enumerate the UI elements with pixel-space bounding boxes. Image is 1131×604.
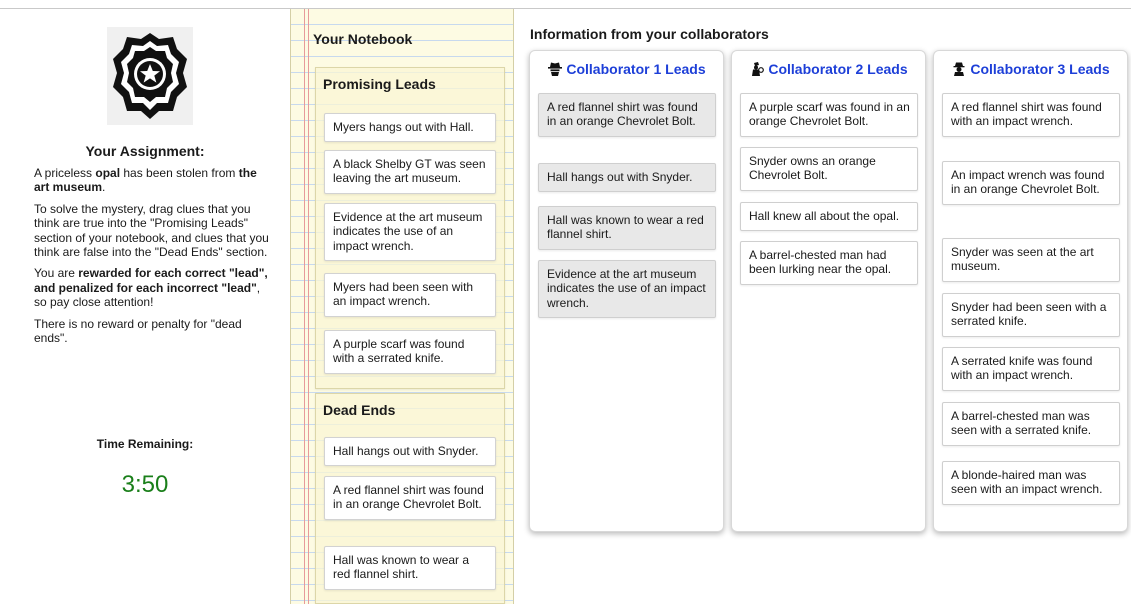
promising-leads-title: Promising Leads — [323, 76, 436, 92]
collaborator-1-lead-card[interactable]: Evidence at the art museum indicates the… — [538, 260, 716, 319]
police-badge-icon — [107, 27, 193, 125]
collaborator-3-column: Collaborator 3 Leads A red flannel shirt… — [933, 50, 1128, 532]
collaborator-2-lead-card[interactable]: A purple scarf was found in an orange Ch… — [740, 93, 918, 137]
collaborator-3-lead-card[interactable]: A blonde-haired man was seen with an imp… — [942, 461, 1120, 505]
promising-lead-card[interactable]: Evidence at the art museum indicates the… — [324, 203, 496, 262]
collaborators-title: Information from your collaborators — [530, 26, 769, 42]
dead-end-card[interactable]: A red flannel shirt was found in an oran… — [324, 476, 496, 520]
assignment-title: Your Assignment: — [85, 143, 205, 159]
collaborator-1-lead-card[interactable]: A red flannel shirt was found in an oran… — [538, 93, 716, 137]
collaborator-1-header: Collaborator 1 Leads — [530, 61, 723, 77]
collaborator-2-header: Collaborator 2 Leads — [732, 61, 925, 77]
time-remaining-value: 3:50 — [121, 471, 169, 498]
promising-lead-card[interactable]: A purple scarf was found with a serrated… — [324, 330, 496, 374]
detective-magnifier-icon — [752, 62, 765, 76]
notebook: Your Notebook Promising Leads Myers hang… — [290, 9, 514, 604]
assignment-paragraph-2: To solve the mystery, drag clues that yo… — [34, 201, 269, 260]
collaborator-3-lead-card[interactable]: Snyder had been seen with a serrated kni… — [942, 293, 1120, 337]
dead-ends-title: Dead Ends — [323, 402, 396, 418]
promising-lead-card[interactable]: Myers had been seen with an impact wrenc… — [324, 273, 496, 317]
collaborator-1-lead-card[interactable]: Hall hangs out with Snyder. — [538, 163, 716, 193]
collaborator-3-name: Collaborator 3 Leads — [970, 61, 1110, 77]
dead-end-card[interactable]: Hall was known to wear a red flannel shi… — [324, 546, 496, 590]
time-remaining-label: Time Remaining: — [96, 437, 194, 451]
notebook-title: Your Notebook — [313, 31, 413, 47]
detective-silhouette-icon — [953, 62, 965, 76]
assignment-paragraph-1: A priceless opal has been stolen from th… — [34, 166, 257, 195]
collaborator-1-column: Collaborator 1 Leads A red flannel shirt… — [529, 50, 724, 532]
collaborator-2-lead-card[interactable]: Snyder owns an orange Chevrolet Bolt. — [740, 147, 918, 191]
collaborator-2-name: Collaborator 2 Leads — [768, 61, 908, 77]
promising-lead-card[interactable]: A black Shelby GT was seen leaving the a… — [324, 150, 496, 194]
collaborator-1-name: Collaborator 1 Leads — [566, 61, 706, 77]
collaborator-1-lead-card[interactable]: Hall was known to wear a red flannel shi… — [538, 206, 716, 250]
assignment-paragraph-3: You are rewarded for each correct "lead"… — [34, 266, 268, 310]
assignment-paragraph-4: There is no reward or penalty for "dead … — [34, 316, 242, 346]
collaborator-2-lead-card[interactable]: Hall knew all about the opal. — [740, 202, 918, 232]
collaborator-2-column: Collaborator 2 Leads A purple scarf was … — [731, 50, 926, 532]
promising-leads-dropzone[interactable]: Promising Leads Myers hangs out with Hal… — [315, 67, 505, 389]
collaborator-3-lead-card[interactable]: A barrel-chested man was seen with a ser… — [942, 402, 1120, 446]
dead-end-card[interactable]: Hall hangs out with Snyder. — [324, 437, 496, 467]
collaborator-3-lead-card[interactable]: A red flannel shirt was found with an im… — [942, 93, 1120, 137]
collaborator-2-lead-card[interactable]: A barrel-chested man had been lurking ne… — [740, 241, 918, 285]
assignment-panel: Your Assignment: A priceless opal has be… — [0, 9, 290, 604]
promising-lead-card[interactable]: Myers hangs out with Hall. — [324, 113, 496, 143]
collaborator-3-lead-card[interactable]: Snyder was seen at the art museum. — [942, 238, 1120, 282]
assignment-instructions: A priceless opal has been stolen from th… — [34, 166, 272, 352]
collaborator-3-header: Collaborator 3 Leads — [934, 61, 1127, 77]
collaborator-3-lead-card[interactable]: An impact wrench was found in an orange … — [942, 161, 1120, 205]
spy-fedora-icon — [548, 62, 563, 76]
dead-ends-dropzone[interactable]: Dead Ends Hall hangs out with Snyder. A … — [315, 393, 505, 604]
collaborator-3-lead-card[interactable]: A serrated knife was found with an impac… — [942, 347, 1120, 391]
